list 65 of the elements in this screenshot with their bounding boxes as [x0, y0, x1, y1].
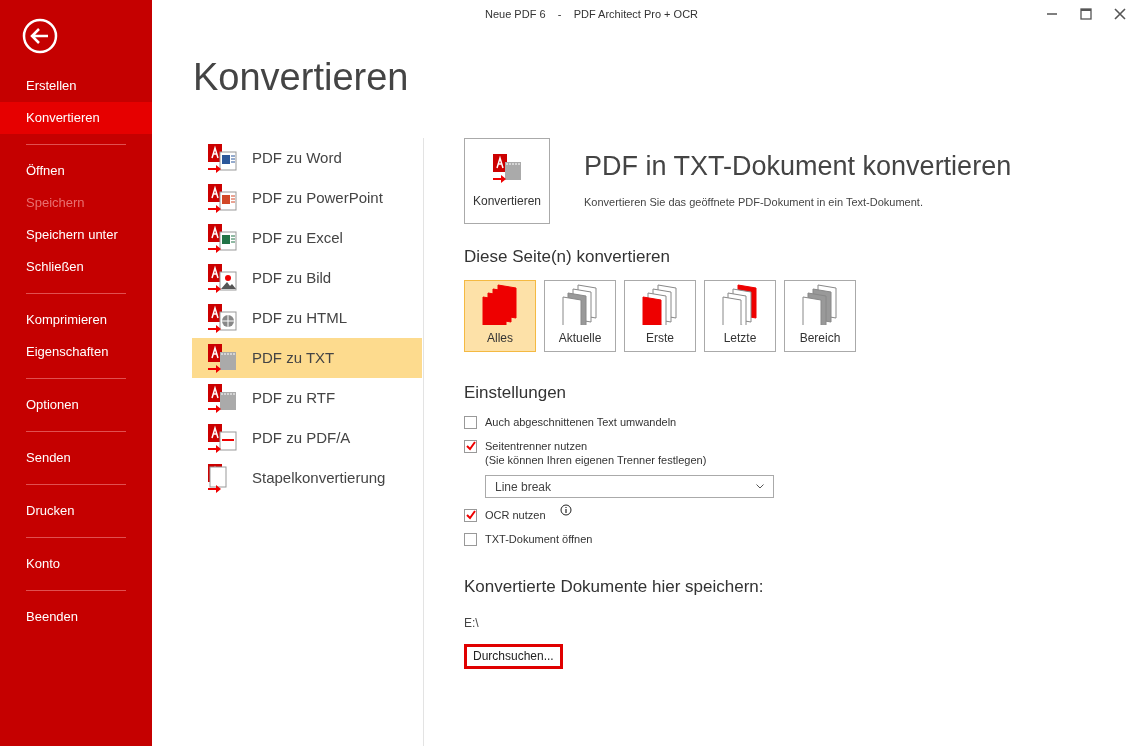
section-heading: Diese Seite(n) konvertieren: [464, 246, 671, 268]
sidebar-item[interactable]: Konto: [0, 548, 152, 580]
sidebar-item[interactable]: Beenden: [0, 601, 152, 633]
conversion-item[interactable]: PDF zu Word: [192, 138, 422, 178]
save-path: E:\: [464, 614, 480, 632]
checkbox-label: OCR nutzen: [485, 508, 546, 522]
document-conversion-icon: [206, 142, 238, 174]
pages-icon: [640, 282, 680, 325]
conversion-item[interactable]: PDF zu Excel: [192, 218, 422, 258]
sidebar-item[interactable]: Eigenschaften: [0, 336, 152, 368]
pages-icon: [800, 282, 840, 325]
page-range-button[interactable]: Alles: [464, 279, 536, 352]
sidebar-item[interactable]: Drucken: [0, 495, 152, 527]
info-icon[interactable]: [559, 504, 572, 516]
document-conversion-icon: [206, 382, 238, 414]
conversion-item[interactable]: PDF zu HTML: [192, 298, 422, 338]
separator-dropdown[interactable]: Line break: [485, 475, 774, 498]
conversion-item[interactable]: PDF zu PDF/A: [192, 418, 422, 458]
section-heading: Einstellungen: [464, 381, 568, 404]
detail-heading: PDF in TXT-Dokument konvertieren: [584, 150, 1012, 183]
document-conversion-icon: [206, 182, 238, 214]
checkbox[interactable]: [464, 533, 477, 546]
description: Konvertieren Sie das geöffnete PDF-Dokument in ein Text-Dokument.: [584, 194, 924, 210]
document-conversion-icon: [206, 342, 238, 374]
conversion-item[interactable]: Stapelkonvertierung: [192, 458, 422, 498]
checkbox-label: Seitentrenner nutzen: [485, 439, 589, 453]
sidebar-item[interactable]: Schließen: [0, 251, 152, 283]
document-conversion-icon: [206, 262, 238, 294]
pages-icon: [720, 282, 760, 325]
close-icon[interactable]: [1114, 8, 1126, 20]
conversion-item[interactable]: PDF zu RTF: [192, 378, 422, 418]
page-range-button[interactable]: Aktuelle: [544, 279, 616, 352]
sidebar-item[interactable]: Öffnen: [0, 155, 152, 187]
document-conversion-icon: [206, 302, 238, 334]
document-conversion-icon: [491, 152, 523, 184]
checkbox-label: Auch abgeschnittenen Text umwandeln: [485, 415, 677, 429]
chevron-down-icon: [756, 484, 764, 489]
section-heading: Konvertierte Dokumente hier speichern:: [464, 576, 765, 598]
checkbox[interactable]: [464, 509, 477, 522]
maximize-icon[interactable]: [1080, 8, 1092, 20]
sidebar-item[interactable]: Optionen: [0, 389, 152, 421]
pages-icon: [480, 282, 520, 325]
page-range-button[interactable]: Bereich: [784, 279, 856, 352]
page-range-button[interactable]: Erste: [624, 279, 696, 352]
browse-button[interactable]: Durchsuchen...: [464, 643, 563, 669]
convert-button[interactable]: Konvertieren: [464, 138, 550, 224]
back-icon[interactable]: [22, 18, 58, 54]
sidebar-item[interactable]: Erstellen: [0, 70, 152, 102]
conversion-item[interactable]: PDF zu TXT: [192, 338, 422, 378]
checkbox-label: TXT-Dokument öffnen: [485, 532, 593, 546]
conversion-item[interactable]: PDF zu PowerPoint: [192, 178, 422, 218]
page-title: Konvertieren: [193, 58, 410, 96]
page-range-button[interactable]: Letzte: [704, 279, 776, 352]
sidebar-item[interactable]: Speichern unter: [0, 219, 152, 251]
checkbox[interactable]: [464, 416, 477, 429]
hint-text: (Sie können Ihren eigenen Trenner festlegen): [485, 453, 707, 467]
document-conversion-icon: [206, 222, 238, 254]
window-title: Neue PDF 6 - PDF Architect Pro + OCR: [485, 6, 699, 22]
sidebar-item[interactable]: Komprimieren: [0, 304, 152, 336]
sidebar-item[interactable]: Konvertieren: [0, 102, 152, 134]
document-conversion-icon: [206, 422, 238, 454]
conversion-item[interactable]: PDF zu Bild: [192, 258, 422, 298]
checkbox[interactable]: [464, 440, 477, 453]
sidebar-item[interactable]: Senden: [0, 442, 152, 474]
pages-icon: [560, 282, 600, 325]
